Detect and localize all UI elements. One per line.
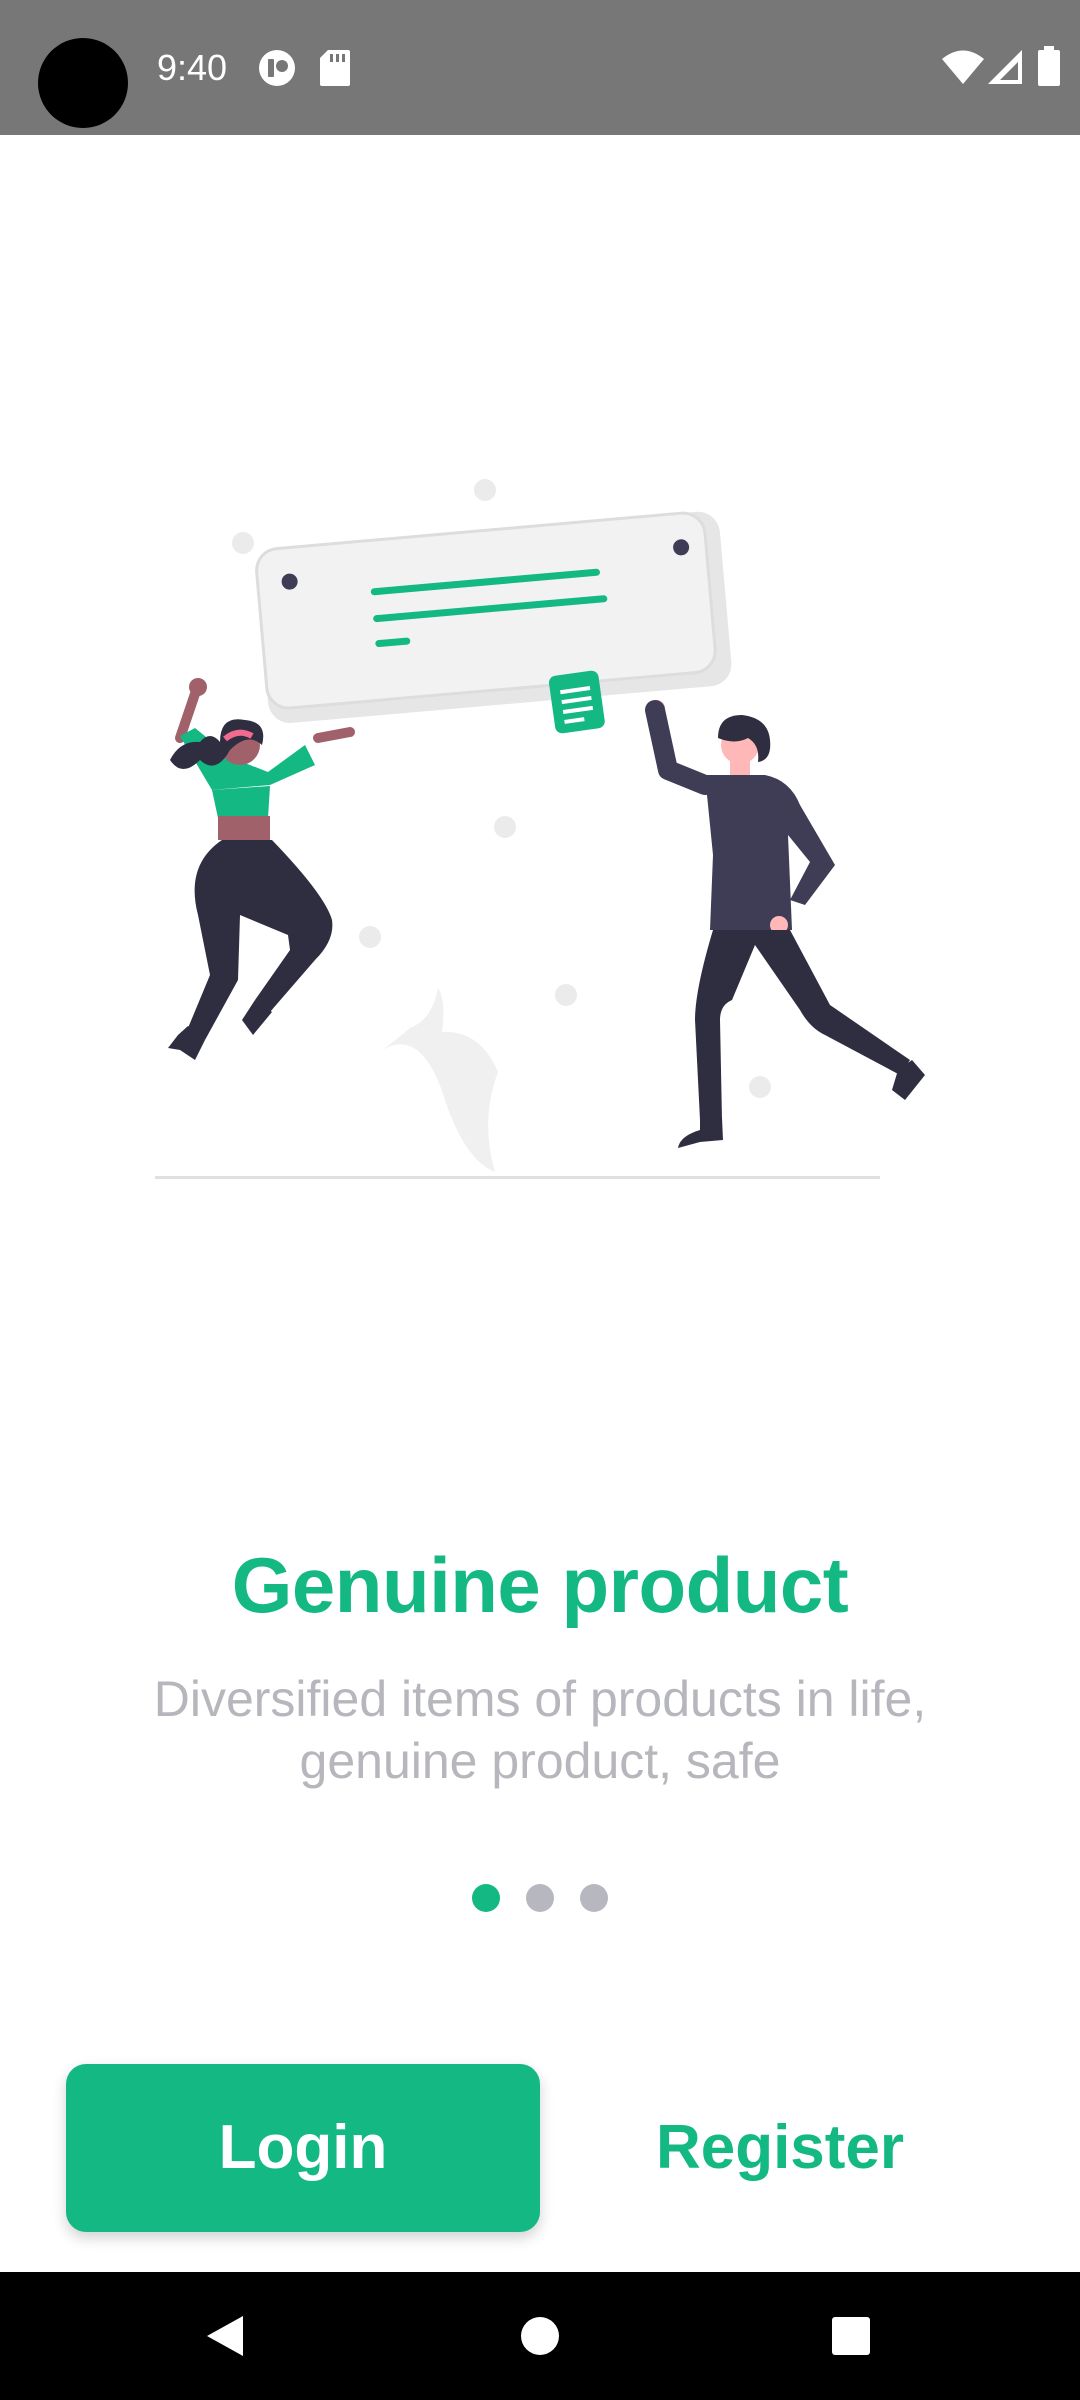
status-bar: 9:40 [0,0,1080,135]
home-icon[interactable] [460,2272,620,2400]
status-time: 9:40 [157,47,228,88]
sd-card-icon [320,50,350,86]
page-dot[interactable] [526,1884,554,1912]
app-notification-icon [259,50,295,86]
page-dot-active[interactable] [472,1884,500,1912]
page-indicator [472,1884,608,1912]
register-button[interactable]: Register [600,2064,960,2232]
navigation-bar [0,2272,1080,2400]
two-people-holding-sign-illustration [155,479,925,1179]
onboarding-screen: 9:40 Genuine product Diversified items o… [0,0,1080,2400]
recents-icon[interactable] [771,2272,931,2400]
login-button[interactable]: Login [66,2064,540,2232]
onboarding-subtitle: Diversified items of products in life, g… [153,1671,927,1789]
page-dot[interactable] [580,1884,608,1912]
wifi-icon [942,50,984,84]
signal-icon [988,50,1022,84]
battery-icon [1038,46,1060,86]
onboarding-title: Genuine product [231,1541,849,1629]
camera-cutout [38,38,128,128]
back-icon[interactable] [145,2272,305,2400]
